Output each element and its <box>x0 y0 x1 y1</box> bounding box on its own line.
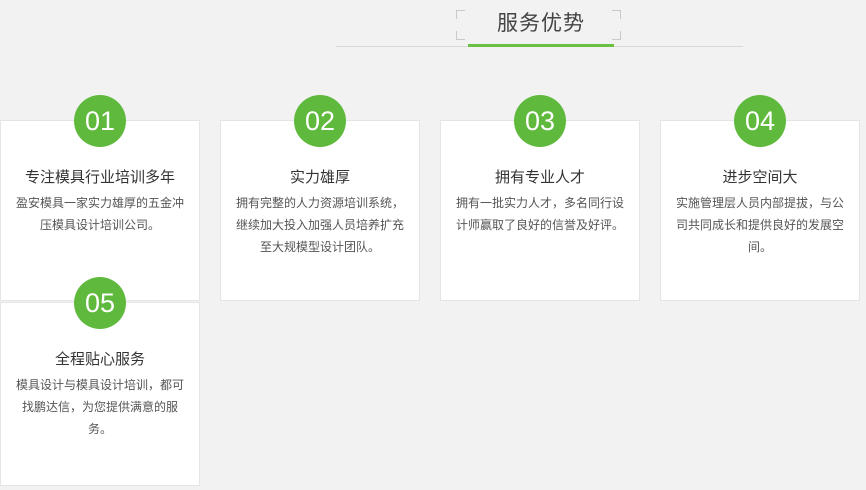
number-badge: 05 <box>74 277 126 329</box>
feature-card[interactable]: 全程贴心服务 模具设计与模具设计培训，都可找鹏达信，为您提供满意的服务。 <box>0 302 200 486</box>
feature-card[interactable]: 实力雄厚 拥有完整的人力资源培训系统，继续加大投入加强人员培养扩充至大规模型设计… <box>220 120 420 301</box>
corner-bracket-icon <box>456 10 465 19</box>
card-title: 拥有专业人才 <box>494 168 585 186</box>
card-description: 拥有一批实力人才，多名同行设计师赢取了良好的信誉及好评。 <box>455 196 624 232</box>
number-badge: 02 <box>294 95 346 147</box>
section-title: 服务优势 <box>497 11 585 35</box>
card-title: 实力雄厚 <box>289 168 350 186</box>
feature-card[interactable]: 专注模具行业培训多年 盈安模具一家实力雄厚的五金冲压模具设计培训公司。 <box>0 120 200 301</box>
feature-card[interactable]: 拥有专业人才 拥有一批实力人才，多名同行设计师赢取了良好的信誉及好评。 <box>440 120 640 301</box>
number-badge: 01 <box>74 95 126 147</box>
card-title: 专注模具行业培训多年 <box>24 168 175 186</box>
card-title: 全程贴心服务 <box>54 350 145 368</box>
section-header: 服务优势 <box>0 0 866 60</box>
card-description: 模具设计与模具设计培训，都可找鹏达信，为您提供满意的服务。 <box>15 378 184 436</box>
card-description: 实施管理层人员内部提拔，与公司共同成长和提供良好的发展空间。 <box>675 196 844 254</box>
number-badge: 03 <box>514 95 566 147</box>
number-badge: 04 <box>734 95 786 147</box>
corner-bracket-icon <box>456 31 465 40</box>
card-description: 拥有完整的人力资源培训系统，继续加大投入加强人员培养扩充至大规模型设计团队。 <box>235 196 404 254</box>
feature-card[interactable]: 进步空间大 实施管理层人员内部提拔，与公司共同成长和提供良好的发展空间。 <box>660 120 860 301</box>
header-accent-bar <box>468 44 614 47</box>
card-description: 盈安模具一家实力雄厚的五金冲压模具设计培训公司。 <box>15 196 184 232</box>
card-title: 进步空间大 <box>722 168 798 186</box>
